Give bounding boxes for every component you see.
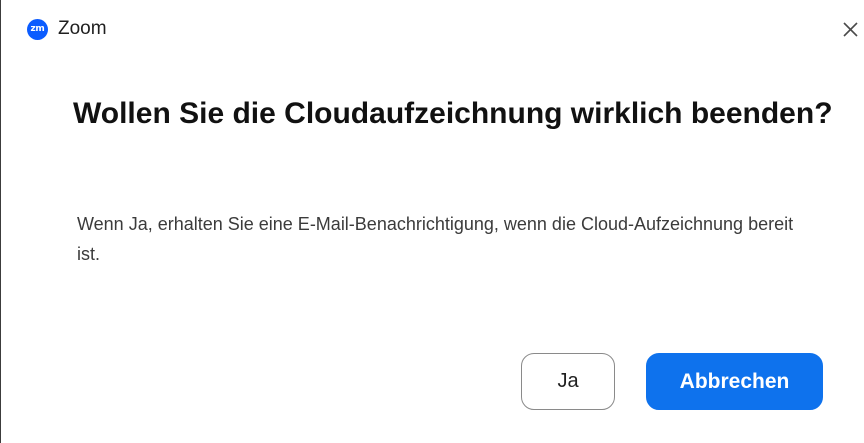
app-title: Zoom	[58, 18, 107, 39]
close-icon	[843, 22, 858, 37]
dialog-message: Wenn Ja, erhalten Sie eine E-Mail-Benach…	[77, 214, 794, 264]
zoom-logo-icon: zm	[27, 19, 48, 40]
confirm-button[interactable]: Ja	[521, 353, 615, 410]
dialog-heading: Wollen Sie die Cloudaufzeichnung wirklic…	[73, 97, 833, 130]
dialog-window: zm Zoom Wollen Sie die Cloudaufzeichnung…	[0, 0, 864, 443]
cancel-button[interactable]: Abbrechen	[646, 353, 823, 410]
close-button[interactable]	[835, 14, 864, 44]
title-bar: zm Zoom	[1, 0, 864, 58]
